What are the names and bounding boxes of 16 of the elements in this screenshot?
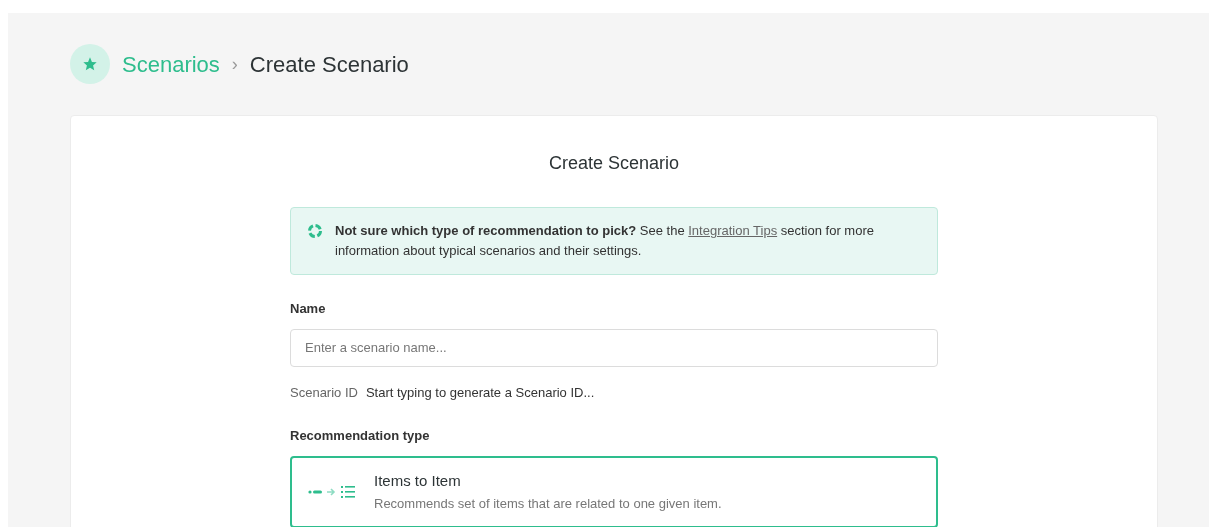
recommendation-type-label: Recommendation type bbox=[290, 427, 431, 445]
items-to-list-icon bbox=[308, 484, 358, 499]
option-description: Recommends set of items that are related to one given item. bbox=[374, 495, 722, 513]
info-text: Not sure which type of recommendation to pick? See the Integration Tips section for more information about typical scenarios and their settings. bbox=[335, 222, 875, 260]
scenario-id-label: Scenario ID bbox=[290, 383, 358, 402]
integration-tips-link[interactable]: Integration Tips bbox=[688, 223, 778, 238]
lifebuoy-icon bbox=[307, 223, 323, 239]
scenario-id-value: Start typing to generate a Scenario ID... bbox=[365, 383, 595, 402]
page-title: Create Scenario bbox=[249, 50, 409, 79]
name-input-field[interactable]: Enter a scenario name... bbox=[290, 328, 938, 367]
recommendation-option[interactable]: Items to Item Recommends set of items that are related to one given item. bbox=[290, 455, 938, 527]
name-label: Name bbox=[290, 300, 327, 318]
card-title: Create Scenario bbox=[547, 152, 681, 175]
star-badge-icon bbox=[70, 44, 110, 84]
breadcrumb-separator: › bbox=[231, 52, 238, 76]
option-title: Items to Item bbox=[374, 470, 462, 491]
